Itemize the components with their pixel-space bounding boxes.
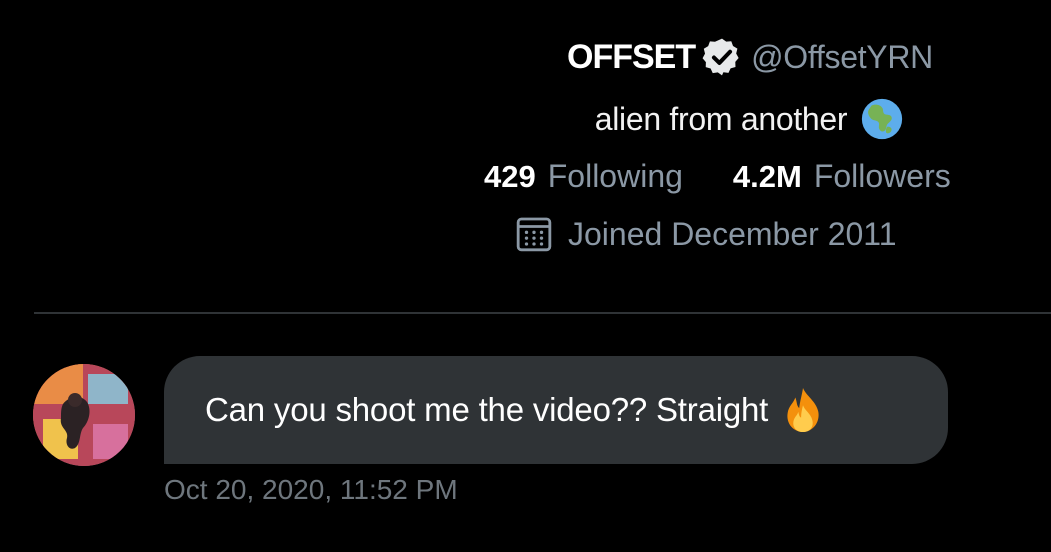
followers-label: Followers [813,158,951,194]
profile-bio: alien from another [594,100,848,137]
message-bubble[interactable]: Can you shoot me the video?? Straight [164,356,948,464]
profile-name-row: OFFSET @OffsetYRN [470,36,1030,78]
sender-avatar[interactable] [33,364,135,466]
profile-stats: 429 Following 4.2M Followers [484,158,1044,195]
followers-count: 4.2M [732,159,802,194]
joined-date: Joined December 2011 [568,215,897,252]
divider [34,312,1051,314]
verified-badge-icon [701,36,743,78]
message-text: Can you shoot me the video?? Straight [205,391,769,428]
following-count: 429 [484,159,536,194]
profile-summary: OFFSET @OffsetYRN alien from another 429… [470,0,1051,300]
profile-bio-row: alien from another [470,96,1030,142]
calendar-icon [514,214,554,254]
globe-americas-icon [859,96,905,142]
following-label: Following [547,158,683,194]
following-stat[interactable]: 429 Following [484,158,683,195]
joined-row: Joined December 2011 [514,214,897,254]
profile-handle[interactable]: @OffsetYRN [751,39,933,76]
display-name[interactable]: OFFSET [567,38,696,77]
followers-stat[interactable]: 4.2M Followers [733,158,951,195]
message-timestamp: Oct 20, 2020, 11:52 PM [164,474,458,505]
fire-icon [780,386,826,434]
